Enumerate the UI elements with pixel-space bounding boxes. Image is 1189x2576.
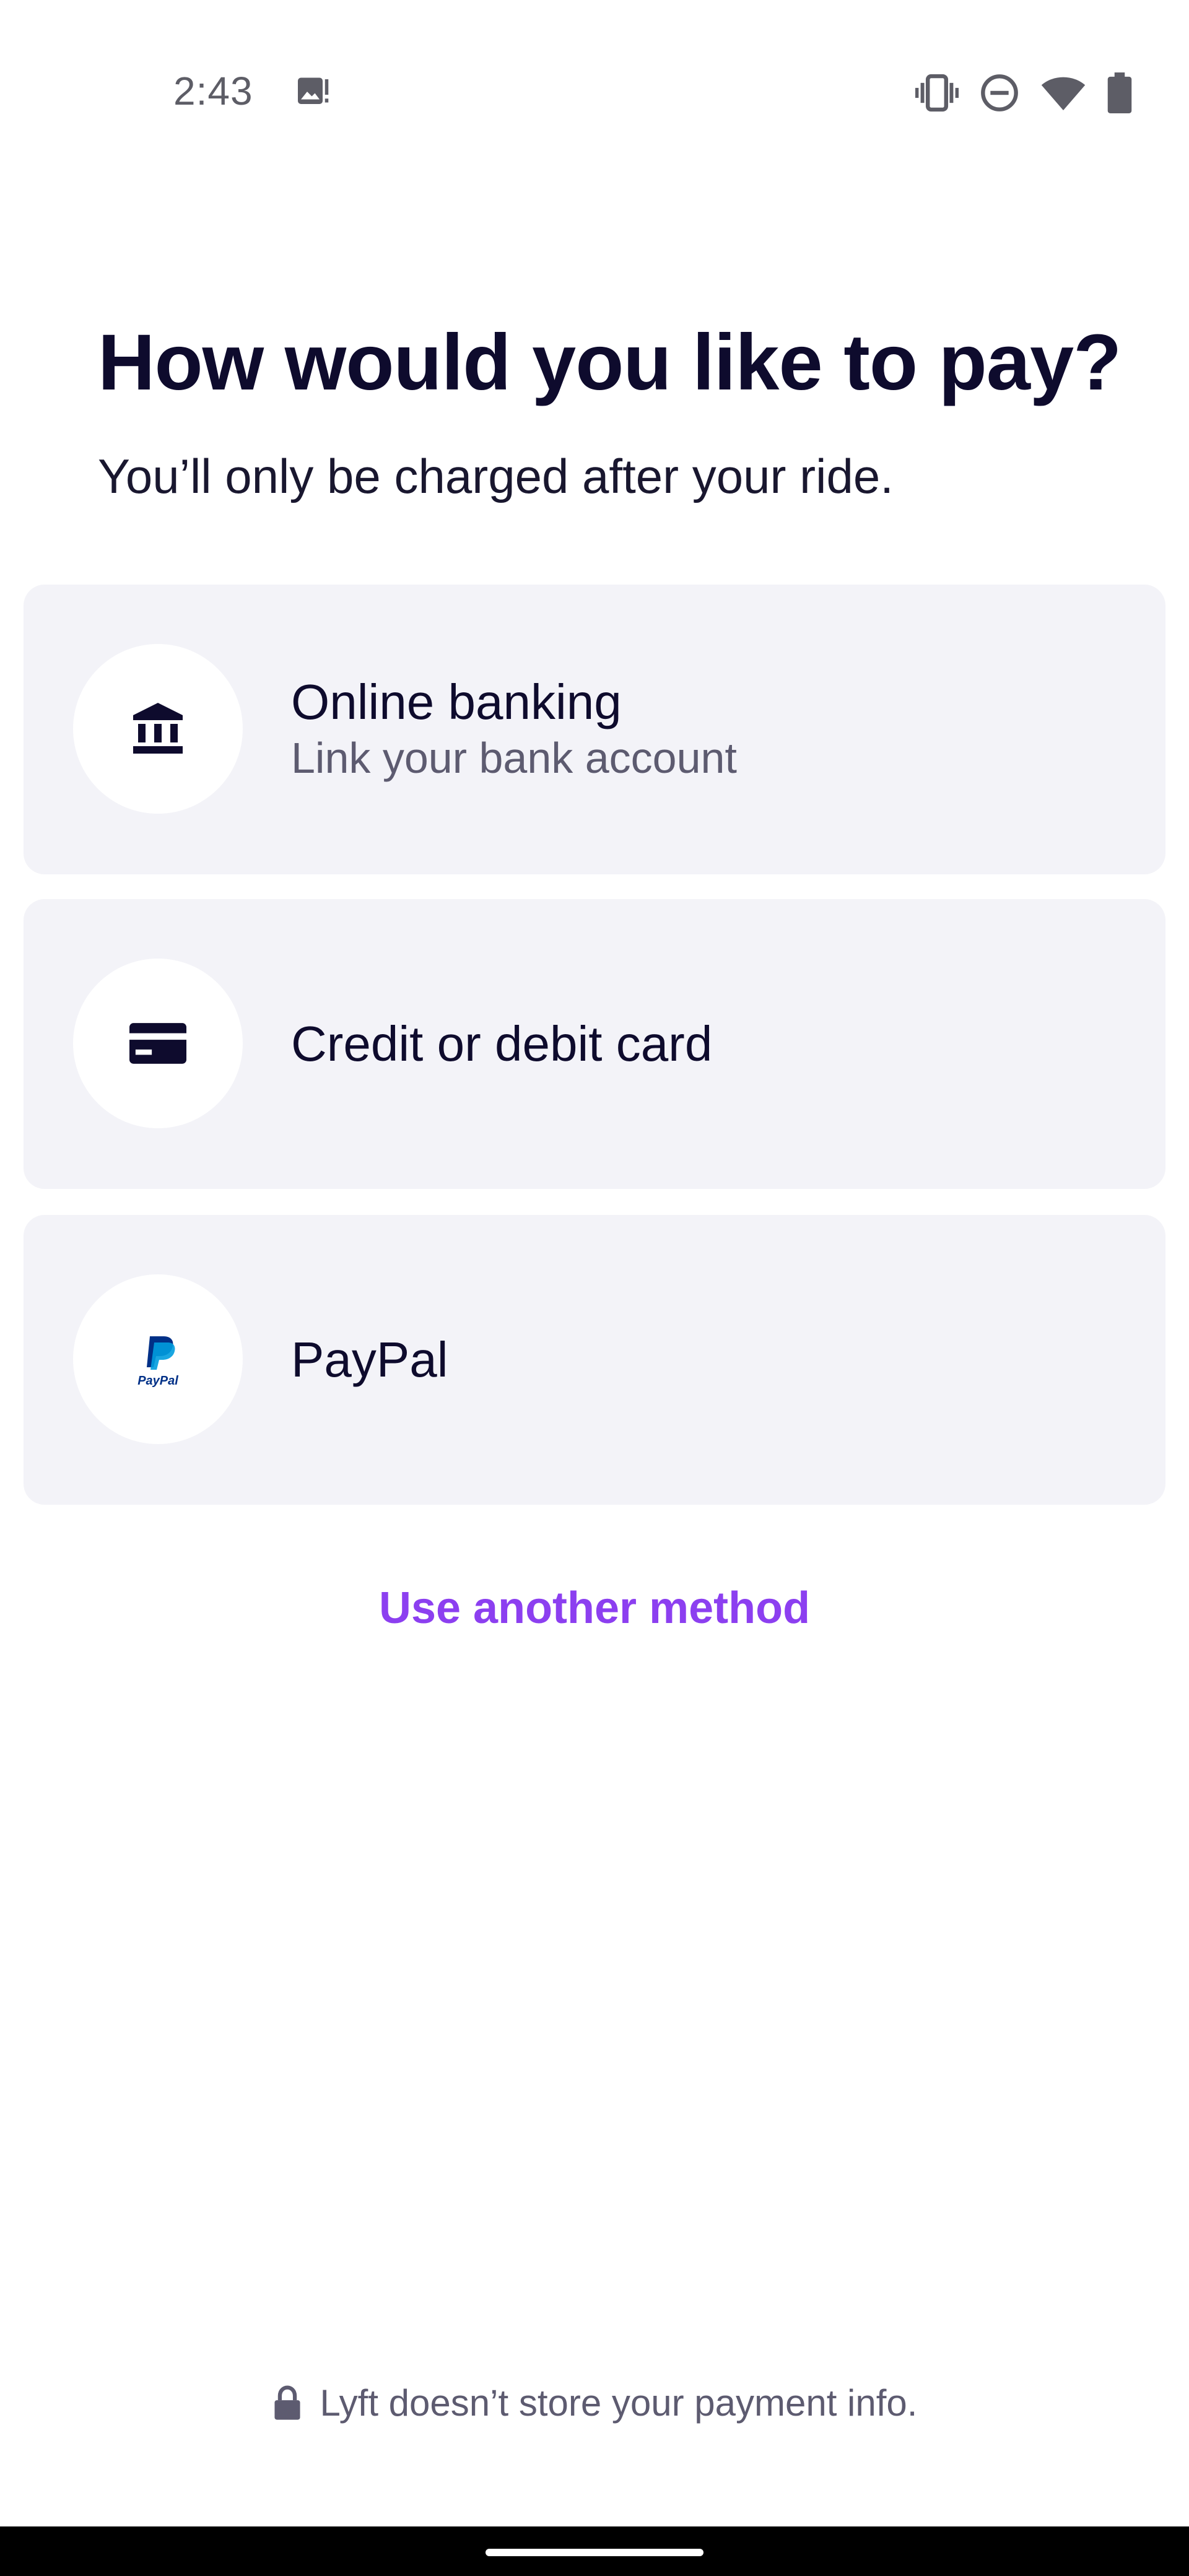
bank-icon: [133, 703, 183, 754]
credit-card-icon-circle: [73, 959, 243, 1128]
option-text: Online banking Link your bank account: [291, 585, 737, 874]
option-title: PayPal: [291, 1332, 448, 1387]
gallery-alert-icon: [298, 77, 329, 104]
page-subtitle: You’ll only be charged after your ride.: [98, 449, 894, 503]
option-title: Online banking: [291, 674, 622, 729]
status-time: 2:43: [173, 69, 253, 113]
home-handle[interactable]: [486, 2549, 703, 2556]
wifi-icon: [1041, 77, 1086, 111]
credit-card-option[interactable]: Credit or debit card: [24, 899, 1165, 1189]
lock-icon: [274, 2385, 300, 2420]
footer-note: Lyft doesn’t store your payment info.: [0, 2382, 1189, 2424]
online-banking-option[interactable]: Online banking Link your bank account: [24, 585, 1165, 874]
paypal-logo-icon: PayPal: [137, 1336, 178, 1388]
option-text: PayPal: [291, 1215, 448, 1505]
bank-icon-circle: [73, 644, 243, 814]
footer-text: Lyft doesn’t store your payment info.: [320, 2382, 918, 2424]
credit-card-icon: [129, 1023, 186, 1064]
page-title: How would you like to pay?: [98, 318, 1121, 407]
use-another-method-link[interactable]: Use another method: [0, 1583, 1189, 1634]
do-not-disturb-icon: [981, 74, 1018, 111]
battery-icon: [1107, 72, 1132, 113]
option-subtitle: Link your bank account: [291, 734, 737, 782]
option-text: Credit or debit card: [291, 899, 712, 1189]
option-title: Credit or debit card: [291, 1016, 713, 1071]
status-icons: [915, 68, 1132, 118]
paypal-logo-text: PayPal: [137, 1374, 178, 1388]
paypal-option[interactable]: PayPal PayPal: [24, 1215, 1165, 1505]
paypal-icon-circle: PayPal: [73, 1274, 243, 1444]
status-bar: 2:43: [0, 0, 1189, 186]
navigation-bar: [0, 2526, 1189, 2576]
vibrate-icon: [915, 74, 959, 112]
